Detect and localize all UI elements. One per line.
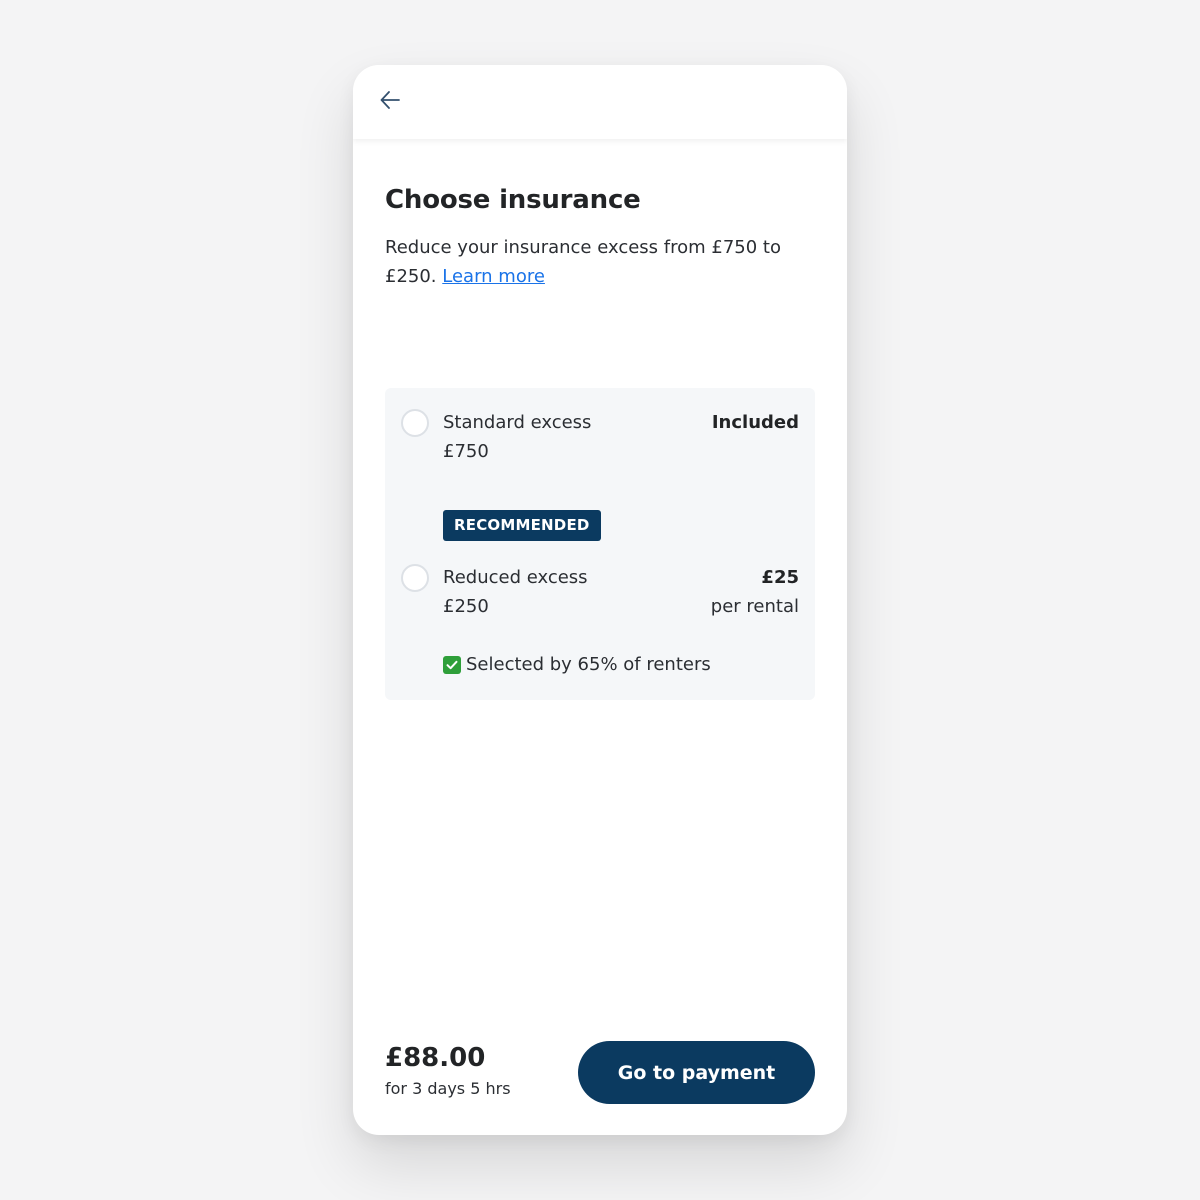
main-content: Choose insurance Reduce your insurance e…: [385, 139, 815, 700]
social-proof-text: Selected by 65% of renters: [466, 654, 711, 675]
recommended-badge: RECOMMENDED: [443, 510, 601, 541]
option-amount: £250: [443, 596, 489, 617]
radio-standard-excess[interactable]: [401, 409, 429, 437]
option-price-unit: per rental: [710, 596, 799, 617]
learn-more-link[interactable]: Learn more: [442, 266, 545, 287]
back-button[interactable]: [375, 87, 405, 117]
option-amount: £750: [443, 441, 489, 462]
arrow-left-icon: [379, 89, 401, 115]
page-subtitle: Reduce your insurance excess from £750 t…: [385, 233, 785, 291]
insurance-options: Standard excess £750 Included RECOMMENDE…: [385, 388, 815, 700]
go-to-payment-button[interactable]: Go to payment: [578, 1041, 815, 1104]
option-label: Standard excess: [443, 412, 592, 433]
radio-reduced-excess[interactable]: [401, 564, 429, 592]
checkout-footer: £88.00 for 3 days 5 hrs Go to payment: [385, 1041, 815, 1105]
check-mark-icon: [443, 656, 461, 674]
option-label: Reduced excess: [443, 567, 588, 588]
app-screen: Choose insurance Reduce your insurance e…: [353, 65, 847, 1135]
option-price: Included: [711, 412, 799, 433]
total-price: £88.00: [385, 1043, 486, 1073]
rental-duration: for 3 days 5 hrs: [385, 1079, 511, 1098]
page-title: Choose insurance: [385, 185, 641, 215]
social-proof: Selected by 65% of renters: [443, 653, 711, 677]
top-bar: [353, 65, 847, 139]
option-price: £25: [761, 567, 799, 588]
